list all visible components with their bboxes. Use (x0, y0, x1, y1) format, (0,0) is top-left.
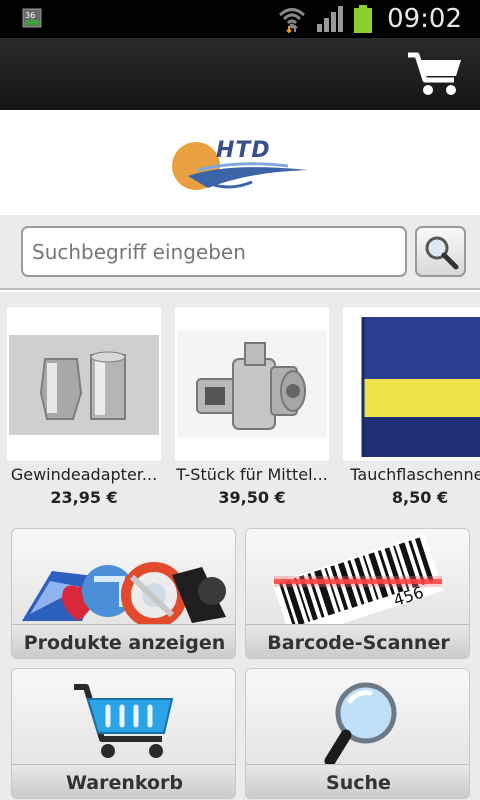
magnifier-icon (425, 236, 458, 269)
svg-text:36: 36 (25, 11, 35, 20)
products-tile[interactable]: Produkte anzeigen (11, 528, 236, 659)
search-bar (0, 215, 480, 290)
product-price: 23,95 € (50, 488, 118, 507)
product-card[interactable]: Tauchflaschennet 8,50 € (343, 307, 480, 507)
apps-collage-icon (12, 529, 235, 624)
tile-label: Barcode-Scanner (246, 624, 469, 658)
logo-text: HTD (216, 138, 271, 163)
product-name: Gewindeadapter... (10, 465, 158, 484)
action-bar (0, 38, 480, 110)
product-price: 39,50 € (218, 488, 286, 507)
product-card[interactable]: Gewindeadapter... 23,95 € (7, 307, 161, 507)
product-price: 8,50 € (391, 488, 449, 507)
shopping-cart-icon (12, 669, 235, 764)
battery-icon (354, 5, 373, 33)
menu-grid: Produkte anzeigen 456 Barcode-Scanner Wa… (0, 520, 480, 800)
wifi-icon (279, 8, 306, 34)
product-image (343, 307, 480, 461)
shopping-cart-icon[interactable] (406, 50, 464, 98)
tile-label: Warenkorb (12, 764, 235, 798)
search-tile[interactable]: Suche (245, 668, 470, 799)
product-image (175, 307, 329, 461)
tile-label: Produkte anzeigen (12, 624, 235, 658)
product-name: T-Stück für Mittel... (176, 465, 328, 484)
status-time: 09:02 (387, 4, 462, 34)
signal-icon (317, 6, 344, 32)
product-carousel: Gewindeadapter... 23,95 € T-Stück für Mi… (0, 292, 480, 520)
magnifier-icon (246, 669, 469, 764)
status-bar: 36 09:02 (0, 0, 480, 38)
tile-label: Suche (246, 764, 469, 798)
notification-icon: 36 (22, 8, 42, 28)
product-card[interactable]: T-Stück für Mittel... 39,50 € (175, 307, 329, 507)
barcode-icon: 456 (246, 529, 469, 624)
search-button[interactable] (415, 226, 466, 277)
logo-area: HTD (0, 110, 480, 215)
product-image (7, 307, 161, 461)
search-input[interactable] (21, 226, 407, 277)
brand-logo: HTD (168, 130, 312, 202)
product-name: Tauchflaschennet (350, 465, 480, 484)
cart-tile[interactable]: Warenkorb (11, 668, 236, 799)
barcode-scanner-tile[interactable]: 456 Barcode-Scanner (245, 528, 470, 659)
